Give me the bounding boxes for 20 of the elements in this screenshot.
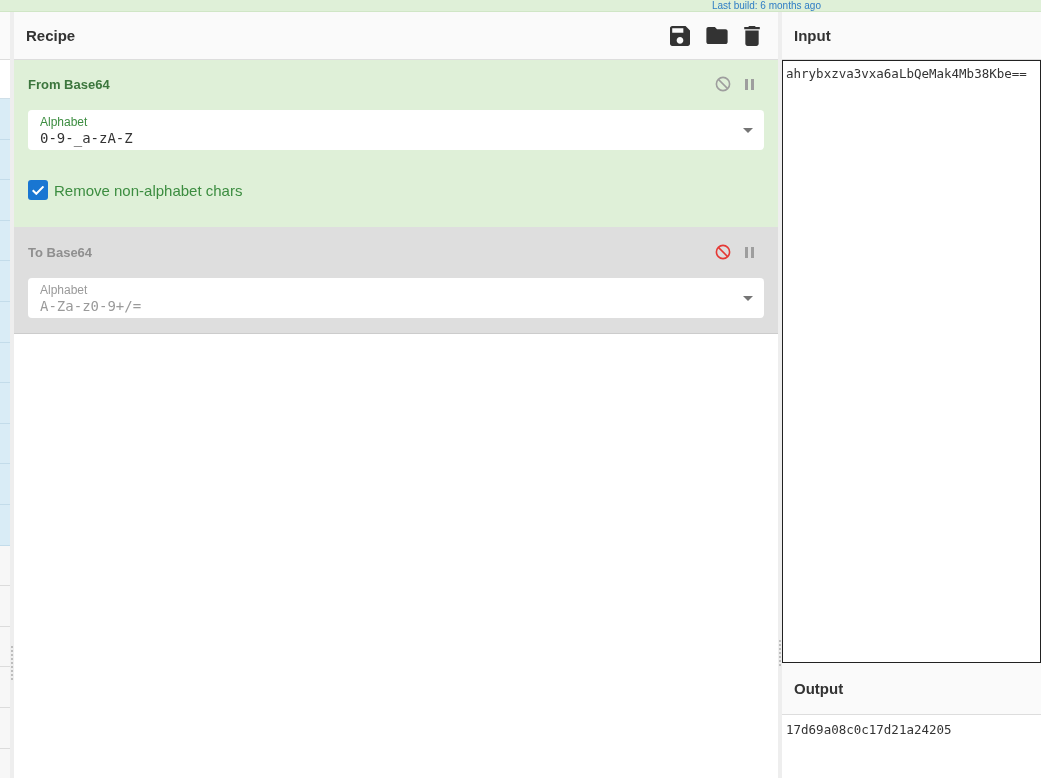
input-field[interactable]: ahrybxzva3vxa6aLbQeMak4Mb38Kbe== [782, 60, 1041, 663]
dropdown-field[interactable]: Alphabet 0-9-_a-zA-Z [28, 110, 764, 150]
build-info-link[interactable]: Last build: 6 months ago [712, 0, 821, 11]
panel-title: Input [794, 27, 831, 44]
field-value: 0-9-_a-zA-Z [40, 129, 133, 147]
field-label: Alphabet [40, 115, 89, 129]
save-icon[interactable] [670, 25, 690, 46]
panel-title: Output [794, 680, 844, 697]
panel-title: Recipe [26, 27, 76, 44]
checkmark-icon [32, 185, 44, 195]
field-value: A-Za-z0-9+/= [40, 297, 142, 315]
operation-title: From Base64 [28, 76, 110, 92]
checkbox-label[interactable]: Remove non-alphabet chars [54, 181, 243, 199]
output-text: 17d69a08c0c17d21a24205 [786, 722, 952, 737]
checkbox[interactable] [28, 180, 48, 200]
caret-icon[interactable] [743, 127, 753, 133]
folder-icon[interactable] [706, 27, 728, 44]
field-label: Alphabet [40, 283, 89, 297]
trash-icon[interactable] [744, 25, 760, 46]
operation-title: To Base64 [28, 244, 93, 260]
